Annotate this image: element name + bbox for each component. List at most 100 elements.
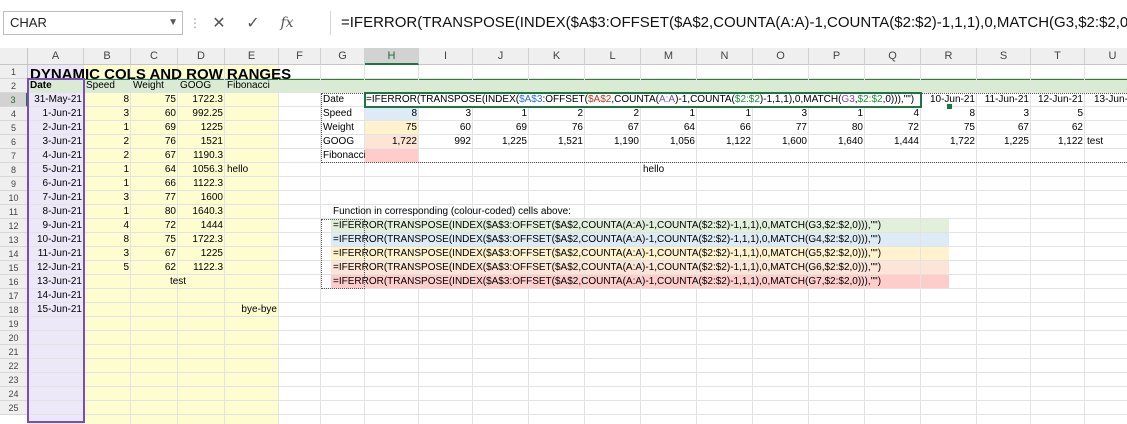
column-header-u[interactable]: U (1085, 48, 1127, 65)
weight-cell[interactable]: 60 (131, 107, 178, 121)
goog-cell[interactable]: 1640.3 (178, 205, 225, 219)
header-cell[interactable]: Weight (131, 79, 178, 93)
column-header-b[interactable]: B (84, 48, 131, 65)
row-header-6[interactable]: 6 (0, 135, 28, 149)
weight-cell[interactable]: 80 (131, 205, 178, 219)
column-header-j[interactable]: J (473, 48, 529, 65)
row-header-10[interactable]: 10 (0, 191, 28, 205)
row-header-11[interactable]: 11 (0, 205, 28, 219)
row-header-22[interactable]: 22 (0, 359, 28, 373)
weight-cell[interactable]: 67 (131, 247, 178, 261)
name-box[interactable]: CHAR ▼ (3, 11, 183, 35)
column-header-s[interactable]: S (977, 48, 1031, 65)
weight-cell[interactable]: 69 (131, 121, 178, 135)
column-header-f[interactable]: F (279, 48, 321, 65)
column-header-q[interactable]: Q (865, 48, 921, 65)
weight-cell[interactable]: 66 (131, 177, 178, 191)
header-cell[interactable]: Speed (84, 79, 131, 93)
extra-cell-hello[interactable]: hello (225, 163, 279, 177)
row-header-24[interactable]: 24 (0, 387, 28, 401)
transposed-fib-extra[interactable]: hello (641, 163, 697, 177)
row-header-5[interactable]: 5 (0, 121, 28, 135)
spreadsheet-grid[interactable]: A B C D E F G H I J K L M N O P Q R S T U 1 2 3 4 5 6 7 8 9 10 11 12 13 14… (0, 48, 1127, 424)
speed-cell[interactable]: 3 (84, 107, 131, 121)
column-header-p[interactable]: P (809, 48, 865, 65)
goog-cell[interactable]: 1122.3 (178, 261, 225, 275)
fx-icon[interactable]: fx (270, 15, 304, 31)
extra-cell-test[interactable]: test (131, 275, 225, 289)
active-cell[interactable] (364, 92, 922, 108)
fill-handle[interactable] (947, 104, 952, 109)
weight-cell[interactable]: 67 (131, 149, 178, 163)
row-header-1[interactable]: 1 (0, 65, 28, 79)
weight-cell[interactable]: 72 (131, 219, 178, 233)
speed-cell[interactable]: 4 (84, 219, 131, 233)
column-header-c[interactable]: C (131, 48, 178, 65)
column-header-e[interactable]: E (225, 48, 279, 65)
row-header-2[interactable]: 2 (0, 79, 28, 93)
column-header-g[interactable]: G (321, 48, 365, 65)
row-header-23[interactable]: 23 (0, 373, 28, 387)
check-icon[interactable]: ✓ (236, 13, 270, 33)
row-header-8[interactable]: 8 (0, 163, 28, 177)
column-header-a[interactable]: A (28, 48, 84, 65)
goog-cell[interactable]: 1225 (178, 121, 225, 135)
speed-cell[interactable]: 5 (84, 261, 131, 275)
row-header-7[interactable]: 7 (0, 149, 28, 163)
weight-cell[interactable]: 64 (131, 163, 178, 177)
row-header-16[interactable]: 16 (0, 275, 28, 289)
weight-cell[interactable]: 77 (131, 191, 178, 205)
speed-cell[interactable]: 1 (84, 205, 131, 219)
column-header-t[interactable]: T (1031, 48, 1085, 65)
header-cell[interactable]: GOOG (178, 79, 225, 93)
header-cell[interactable]: Fibonacci (225, 79, 295, 93)
goog-cell[interactable]: 1600 (178, 191, 225, 205)
speed-cell[interactable]: 3 (84, 247, 131, 261)
weight-cell[interactable]: 75 (131, 93, 178, 107)
row-header-3[interactable]: 3 (0, 93, 28, 107)
speed-cell[interactable]: 3 (84, 191, 131, 205)
row-header-25[interactable]: 25 (0, 401, 28, 415)
row-header-21[interactable]: 21 (0, 345, 28, 359)
goog-cell[interactable]: 1444 (178, 219, 225, 233)
column-header-r[interactable]: R (921, 48, 977, 65)
chevron-down-icon[interactable]: ▼ (168, 12, 178, 34)
row-header-12[interactable]: 12 (0, 219, 28, 233)
goog-cell[interactable]: 1722.3 (178, 233, 225, 247)
row-header-15[interactable]: 15 (0, 261, 28, 275)
column-header-d[interactable]: D (178, 48, 225, 65)
goog-cell[interactable]: 1521 (178, 135, 225, 149)
row-header-13[interactable]: 13 (0, 233, 28, 247)
speed-cell[interactable]: 1 (84, 163, 131, 177)
speed-cell[interactable]: 8 (84, 93, 131, 107)
column-header-k[interactable]: K (529, 48, 585, 65)
speed-cell[interactable]: 2 (84, 135, 131, 149)
formula-input[interactable]: =IFERROR(TRANSPOSE(INDEX($A$3:OFFSET($A$… (330, 11, 1127, 35)
column-header-n[interactable]: N (697, 48, 753, 65)
weight-cell[interactable]: 62 (131, 261, 178, 275)
goog-cell[interactable]: 1722.3 (178, 93, 225, 107)
speed-cell[interactable]: 8 (84, 233, 131, 247)
goog-cell[interactable]: 1056.3 (178, 163, 225, 177)
goog-cell[interactable]: 1190.3 (178, 149, 225, 163)
extra-cell-bye[interactable]: bye-bye (178, 303, 279, 317)
select-all-corner[interactable] (0, 48, 28, 65)
speed-cell[interactable]: 1 (84, 177, 131, 191)
row-header-9[interactable]: 9 (0, 177, 28, 191)
column-header-h[interactable]: H (365, 48, 419, 65)
row-header-17[interactable]: 17 (0, 289, 28, 303)
speed-cell[interactable]: 1 (84, 121, 131, 135)
goog-cell[interactable]: 1225 (178, 247, 225, 261)
goog-cell[interactable]: 992.25 (178, 107, 225, 121)
row-header-4[interactable]: 4 (0, 107, 28, 121)
row-header-18[interactable]: 18 (0, 303, 28, 317)
column-header-m[interactable]: M (641, 48, 697, 65)
row-header-14[interactable]: 14 (0, 247, 28, 261)
column-header-i[interactable]: I (419, 48, 473, 65)
speed-cell[interactable]: 2 (84, 149, 131, 163)
row-header-19[interactable]: 19 (0, 317, 28, 331)
column-header-o[interactable]: O (753, 48, 809, 65)
cancel-icon[interactable]: ✕ (202, 13, 236, 33)
weight-cell[interactable]: 76 (131, 135, 178, 149)
goog-cell[interactable]: 1122.3 (178, 177, 225, 191)
